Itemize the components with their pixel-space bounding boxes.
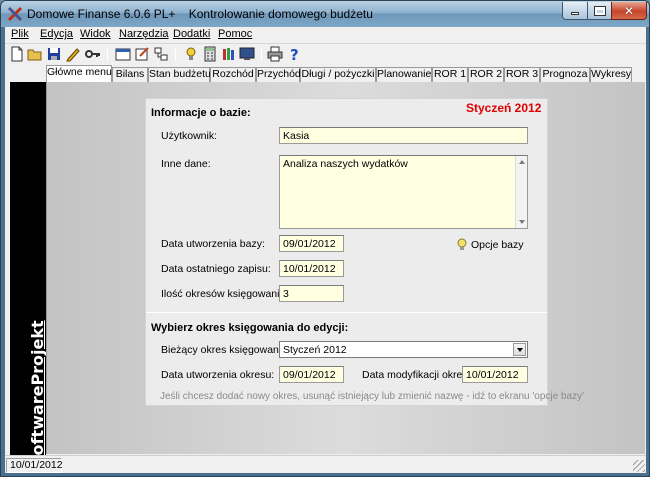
db-created-label: Data utworzenia bazy: bbox=[161, 238, 265, 250]
tab-stan-budzetu[interactable]: Stan budżetu bbox=[148, 67, 211, 82]
client-area: Plik Edycja Widok Narzędzia Dodatki Pomo… bbox=[5, 27, 646, 473]
user-label: Użytkownik: bbox=[161, 130, 218, 142]
edit-pen-icon[interactable] bbox=[65, 46, 81, 62]
current-period-value: Styczeń 2012 bbox=[283, 344, 347, 356]
menu-dodatki[interactable]: Dodatki bbox=[173, 28, 210, 40]
resize-grip-icon[interactable] bbox=[633, 460, 645, 472]
database-info-panel: Informacje o bazie: Styczeń 2012 Użytkow… bbox=[145, 98, 584, 406]
open-folder-icon[interactable] bbox=[27, 46, 43, 62]
tab-ror3[interactable]: ROR 3 bbox=[504, 67, 540, 82]
period-modified-label: Data modyfikacji okresu: bbox=[362, 369, 477, 381]
period-hint: Jeśli chcesz dodać nowy okres, usunąć is… bbox=[160, 391, 585, 402]
new-file-icon[interactable] bbox=[9, 46, 25, 62]
current-period-select[interactable]: Styczeń 2012 bbox=[279, 341, 528, 358]
period-created-label: Data utworzenia okresu: bbox=[161, 369, 275, 381]
title-bar[interactable]: Domowe Finanse 6.0.6 PL+ Kontrolowanie d… bbox=[1, 1, 649, 27]
period-created-field[interactable]: 09/01/2012 bbox=[279, 366, 344, 383]
app-window: Domowe Finanse 6.0.6 PL+ Kontrolowanie d… bbox=[0, 0, 650, 477]
help-icon[interactable]: ? bbox=[287, 46, 303, 62]
toolbar-separator bbox=[175, 47, 176, 61]
minimize-button[interactable] bbox=[562, 2, 588, 20]
tab-strip: Główne menu Bilans Stan budżetu Rozchód … bbox=[46, 65, 646, 82]
save-icon[interactable] bbox=[46, 46, 62, 62]
maximize-button[interactable] bbox=[587, 2, 612, 20]
brand-sidebar: SoftwareProjekt bbox=[10, 82, 47, 473]
periods-count-field[interactable]: 3 bbox=[279, 285, 344, 302]
menu-edycja[interactable]: Edycja bbox=[40, 28, 73, 40]
menu-widok[interactable]: Widok bbox=[80, 28, 111, 40]
periods-count-label: Ilość okresów księgowania: bbox=[161, 288, 289, 300]
period-modified-field[interactable]: 10/01/2012 bbox=[462, 366, 528, 383]
books-icon[interactable] bbox=[221, 46, 237, 62]
other-data-text: Analiza naszych wydatków bbox=[283, 158, 408, 170]
database-options-label: Opcje bazy bbox=[471, 239, 524, 251]
current-month-label: Styczeń 2012 bbox=[466, 101, 542, 115]
tab-dlugi[interactable]: Długi / pożyczki bbox=[300, 67, 376, 82]
lightbulb-icon bbox=[457, 238, 467, 250]
tab-rozchod[interactable]: Rozchód bbox=[210, 67, 256, 82]
tab-glowne-menu[interactable]: Główne menu bbox=[46, 65, 112, 82]
user-field[interactable]: Kasia bbox=[279, 127, 528, 144]
tab-wykresy[interactable]: Wykresy bbox=[590, 67, 632, 82]
key-icon[interactable] bbox=[85, 46, 101, 62]
bulb-icon[interactable] bbox=[183, 46, 199, 62]
section-divider bbox=[146, 312, 547, 313]
app-logo-icon bbox=[7, 6, 23, 22]
current-period-label: Bieżący okres księgowania: bbox=[161, 344, 290, 356]
last-save-label: Data ostatniego zapisu: bbox=[161, 263, 271, 275]
main-content: Informacje o bazie: Styczeń 2012 Użytkow… bbox=[46, 82, 645, 454]
close-icon: ✕ bbox=[623, 3, 635, 18]
status-bar: 10/01/2012 bbox=[5, 455, 646, 473]
textarea-scrollbar[interactable] bbox=[515, 156, 527, 228]
scroll-up-icon[interactable] bbox=[519, 160, 525, 164]
monitor-icon[interactable] bbox=[239, 46, 255, 62]
last-save-field[interactable]: 10/01/2012 bbox=[279, 260, 344, 277]
menu-plik[interactable]: Plik bbox=[11, 28, 29, 40]
maximize-icon bbox=[594, 6, 605, 15]
edit-form-icon[interactable] bbox=[134, 46, 150, 62]
period-heading: Wybierz okres księgowania do edycji: bbox=[151, 322, 349, 334]
other-data-label: Inne dane: bbox=[161, 158, 211, 170]
database-options-button[interactable]: Opcje bazy bbox=[456, 238, 524, 252]
info-heading: Informacje o bazie: bbox=[151, 107, 251, 119]
printer-icon[interactable] bbox=[267, 46, 283, 62]
scroll-down-icon[interactable] bbox=[519, 220, 525, 224]
db-created-field[interactable]: 09/01/2012 bbox=[279, 235, 344, 252]
tab-ror2[interactable]: ROR 2 bbox=[468, 67, 504, 82]
calculator-icon[interactable] bbox=[202, 46, 218, 62]
brand-name: SoftwareProjekt bbox=[28, 320, 47, 467]
menu-narzedzia[interactable]: Narzędzia bbox=[119, 28, 169, 40]
window-icon[interactable] bbox=[115, 46, 131, 62]
tab-planowanie[interactable]: Planowanie bbox=[376, 67, 432, 82]
close-button[interactable]: ✕ bbox=[611, 2, 647, 20]
svg-text:?: ? bbox=[290, 46, 299, 62]
tab-przychod[interactable]: Przychód bbox=[256, 67, 301, 82]
network-icon[interactable] bbox=[153, 46, 169, 62]
tab-prognoza[interactable]: Prognoza bbox=[540, 67, 590, 82]
menu-bar: Plik Edycja Widok Narzędzia Dodatki Pomo… bbox=[5, 27, 646, 44]
window-title: Domowe Finanse 6.0.6 PL+ Kontrolowanie d… bbox=[27, 7, 373, 21]
toolbar-separator bbox=[261, 47, 262, 61]
tab-ror1[interactable]: ROR 1 bbox=[432, 67, 468, 82]
toolbar: ? bbox=[5, 45, 646, 63]
other-data-textarea[interactable]: Analiza naszych wydatków bbox=[279, 155, 528, 229]
chevron-down-icon[interactable] bbox=[513, 343, 526, 356]
tab-bilans[interactable]: Bilans bbox=[112, 67, 148, 82]
status-date: 10/01/2012 bbox=[6, 458, 63, 473]
toolbar-separator bbox=[107, 47, 108, 61]
menu-pomoc[interactable]: Pomoc bbox=[218, 28, 252, 40]
minimize-icon bbox=[571, 12, 579, 15]
